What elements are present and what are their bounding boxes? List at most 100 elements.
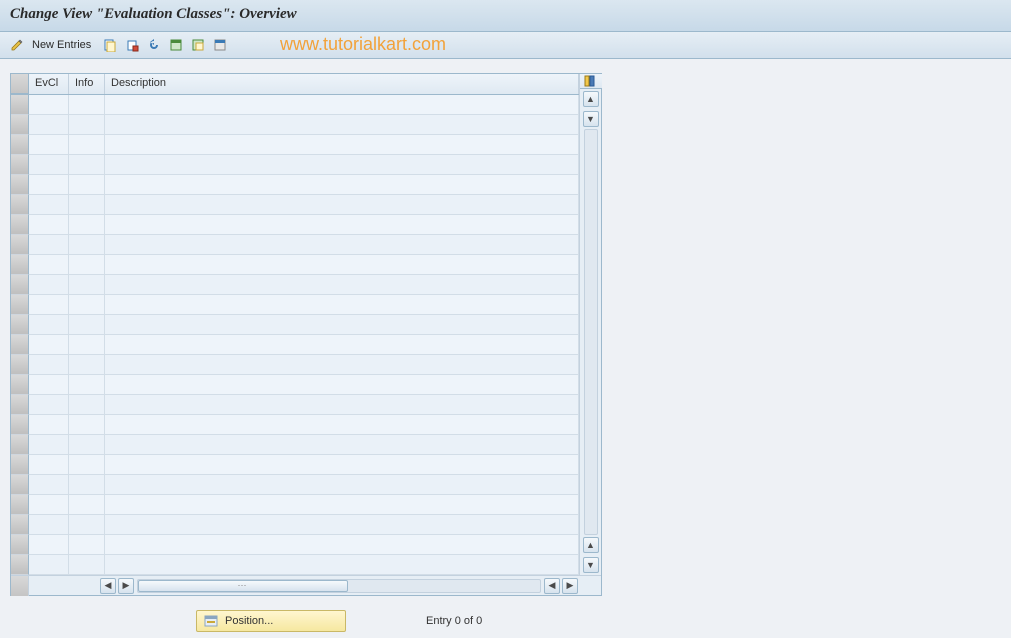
row-selector[interactable] — [11, 535, 29, 555]
row-selector[interactable] — [11, 375, 29, 395]
cell-evcl[interactable] — [29, 415, 69, 435]
table-row[interactable] — [11, 555, 579, 575]
cell-evcl[interactable] — [29, 155, 69, 175]
table-row[interactable] — [11, 535, 579, 555]
cell-description[interactable] — [105, 375, 579, 395]
cell-evcl[interactable] — [29, 555, 69, 575]
cell-description[interactable] — [105, 315, 579, 335]
cell-info[interactable] — [69, 455, 105, 475]
table-row[interactable] — [11, 395, 579, 415]
table-row[interactable] — [11, 195, 579, 215]
column-header-evcl[interactable]: EvCl — [29, 74, 69, 94]
column-header-info[interactable]: Info — [69, 74, 105, 94]
cell-info[interactable] — [69, 295, 105, 315]
cell-evcl[interactable] — [29, 275, 69, 295]
cell-description[interactable] — [105, 335, 579, 355]
cell-info[interactable] — [69, 475, 105, 495]
cell-info[interactable] — [69, 95, 105, 115]
table-row[interactable] — [11, 355, 579, 375]
scroll-down-small-button[interactable]: ▼ — [583, 111, 599, 127]
table-row[interactable] — [11, 155, 579, 175]
table-row[interactable] — [11, 315, 579, 335]
table-row[interactable] — [11, 115, 579, 135]
cell-info[interactable] — [69, 175, 105, 195]
cell-evcl[interactable] — [29, 335, 69, 355]
row-selector[interactable] — [11, 475, 29, 495]
row-selector-header[interactable] — [11, 74, 29, 94]
cell-info[interactable] — [69, 155, 105, 175]
cell-description[interactable] — [105, 555, 579, 575]
table-row[interactable] — [11, 375, 579, 395]
horizontal-scroll-thumb[interactable] — [138, 580, 348, 592]
cell-info[interactable] — [69, 355, 105, 375]
cell-evcl[interactable] — [29, 495, 69, 515]
table-row[interactable] — [11, 215, 579, 235]
cell-evcl[interactable] — [29, 135, 69, 155]
configure-columns-icon[interactable] — [580, 74, 602, 89]
row-selector[interactable] — [11, 335, 29, 355]
row-selector[interactable] — [11, 495, 29, 515]
cell-description[interactable] — [105, 135, 579, 155]
cell-info[interactable] — [69, 555, 105, 575]
row-selector[interactable] — [11, 275, 29, 295]
cell-description[interactable] — [105, 215, 579, 235]
cell-description[interactable] — [105, 435, 579, 455]
row-selector[interactable] — [11, 95, 29, 115]
row-selector[interactable] — [11, 255, 29, 275]
cell-description[interactable] — [105, 455, 579, 475]
table-row[interactable] — [11, 335, 579, 355]
row-selector[interactable] — [11, 455, 29, 475]
row-selector[interactable] — [11, 415, 29, 435]
scroll-left-full-button[interactable]: ◀ — [100, 578, 116, 594]
cell-description[interactable] — [105, 395, 579, 415]
select-all-icon[interactable] — [167, 36, 185, 54]
cell-description[interactable] — [105, 155, 579, 175]
cell-info[interactable] — [69, 395, 105, 415]
vertical-scroll-track[interactable] — [584, 129, 598, 535]
scroll-right-button[interactable]: ◀ — [544, 578, 560, 594]
cell-evcl[interactable] — [29, 235, 69, 255]
cell-description[interactable] — [105, 415, 579, 435]
cell-description[interactable] — [105, 495, 579, 515]
cell-evcl[interactable] — [29, 315, 69, 335]
cell-info[interactable] — [69, 235, 105, 255]
row-selector[interactable] — [11, 135, 29, 155]
cell-evcl[interactable] — [29, 295, 69, 315]
cell-description[interactable] — [105, 515, 579, 535]
cell-evcl[interactable] — [29, 515, 69, 535]
table-row[interactable] — [11, 175, 579, 195]
cell-info[interactable] — [69, 375, 105, 395]
scroll-left-button[interactable]: ▶ — [118, 578, 134, 594]
row-selector[interactable] — [11, 175, 29, 195]
cell-info[interactable] — [69, 435, 105, 455]
cell-evcl[interactable] — [29, 175, 69, 195]
table-row[interactable] — [11, 415, 579, 435]
cell-evcl[interactable] — [29, 455, 69, 475]
scroll-down-button[interactable]: ▼ — [583, 557, 599, 573]
row-selector[interactable] — [11, 235, 29, 255]
cell-info[interactable] — [69, 215, 105, 235]
cell-evcl[interactable] — [29, 355, 69, 375]
table-row[interactable] — [11, 235, 579, 255]
cell-description[interactable] — [105, 95, 579, 115]
row-selector[interactable] — [11, 215, 29, 235]
row-selector[interactable] — [11, 395, 29, 415]
cell-evcl[interactable] — [29, 395, 69, 415]
table-row[interactable] — [11, 95, 579, 115]
row-selector[interactable] — [11, 555, 29, 575]
cell-evcl[interactable] — [29, 195, 69, 215]
cell-description[interactable] — [105, 355, 579, 375]
cell-evcl[interactable] — [29, 95, 69, 115]
cell-description[interactable] — [105, 175, 579, 195]
row-selector[interactable] — [11, 195, 29, 215]
cell-description[interactable] — [105, 255, 579, 275]
cell-info[interactable] — [69, 135, 105, 155]
scroll-right-full-button[interactable]: ▶ — [562, 578, 578, 594]
cell-info[interactable] — [69, 275, 105, 295]
row-selector[interactable] — [11, 115, 29, 135]
column-header-description[interactable]: Description — [105, 74, 579, 94]
cell-description[interactable] — [105, 275, 579, 295]
cell-info[interactable] — [69, 115, 105, 135]
delete-icon[interactable] — [123, 36, 141, 54]
position-button[interactable]: Position... — [196, 610, 346, 632]
